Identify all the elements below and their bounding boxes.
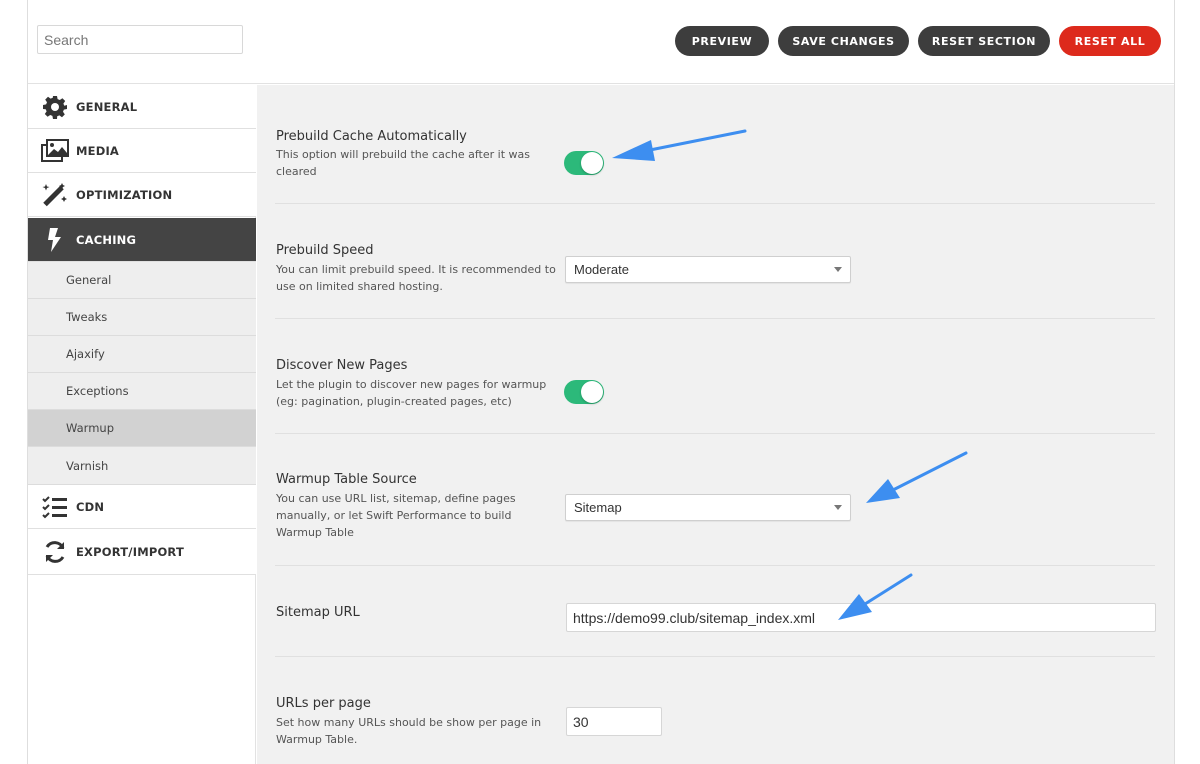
annotation-arrows <box>612 129 968 620</box>
annotation-arrow-icon <box>612 129 747 161</box>
annotation-arrow-icon <box>866 451 968 503</box>
annotation-arrow-icon <box>838 573 913 620</box>
